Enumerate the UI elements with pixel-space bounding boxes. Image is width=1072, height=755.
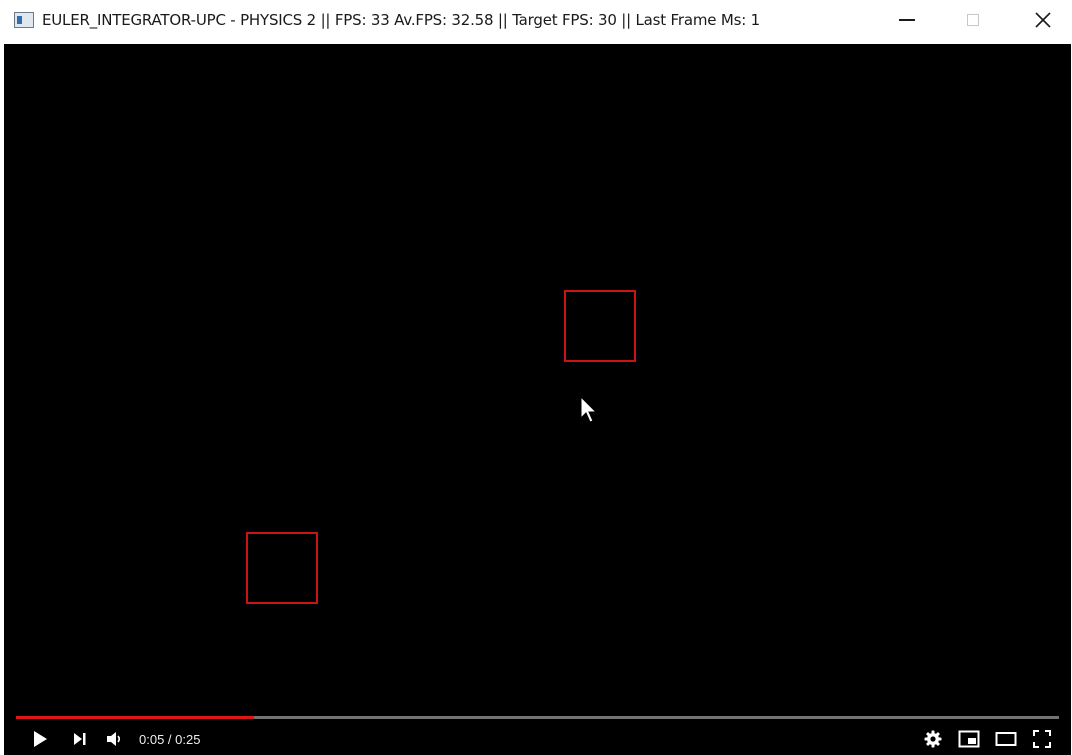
- theater-mode-button[interactable]: [993, 726, 1019, 752]
- play-button[interactable]: [28, 726, 52, 752]
- progress-bar[interactable]: [16, 716, 1059, 719]
- miniplayer-icon: [958, 730, 980, 748]
- settings-icon: [924, 730, 942, 748]
- theater-mode-icon: [995, 732, 1017, 746]
- fullscreen-icon: [1033, 730, 1051, 748]
- minimize-button[interactable]: [884, 0, 930, 40]
- volume-button[interactable]: [102, 726, 126, 752]
- close-button[interactable]: [1020, 0, 1066, 40]
- physics-box-lower: [246, 532, 318, 604]
- maximize-icon: [967, 14, 979, 26]
- maximize-button[interactable]: [950, 0, 996, 40]
- settings-button[interactable]: [921, 726, 945, 752]
- close-icon: [1035, 12, 1051, 28]
- screenshot-root: EULER_INTEGRATOR-UPC - PHYSICS 2 || FPS:…: [0, 0, 1072, 755]
- miniplayer-button[interactable]: [956, 726, 982, 752]
- next-icon: [74, 733, 86, 745]
- minimize-icon: [899, 19, 915, 21]
- player-controls: 0:05 / 0:25: [4, 724, 1071, 755]
- mouse-pointer-icon: [580, 396, 598, 423]
- volume-icon: [107, 732, 121, 746]
- application-window-icon: [14, 12, 34, 28]
- play-icon: [34, 731, 47, 747]
- fullscreen-button[interactable]: [1030, 726, 1054, 752]
- progress-bar-played: [16, 716, 254, 719]
- game-viewport[interactable]: 0:05 / 0:25: [4, 44, 1071, 755]
- window-title: EULER_INTEGRATOR-UPC - PHYSICS 2 || FPS:…: [42, 11, 760, 29]
- next-button[interactable]: [68, 726, 92, 752]
- playback-time: 0:05 / 0:25: [139, 732, 201, 747]
- window-title-bar[interactable]: EULER_INTEGRATOR-UPC - PHYSICS 2 || FPS:…: [4, 0, 1071, 44]
- physics-box-upper: [564, 290, 636, 362]
